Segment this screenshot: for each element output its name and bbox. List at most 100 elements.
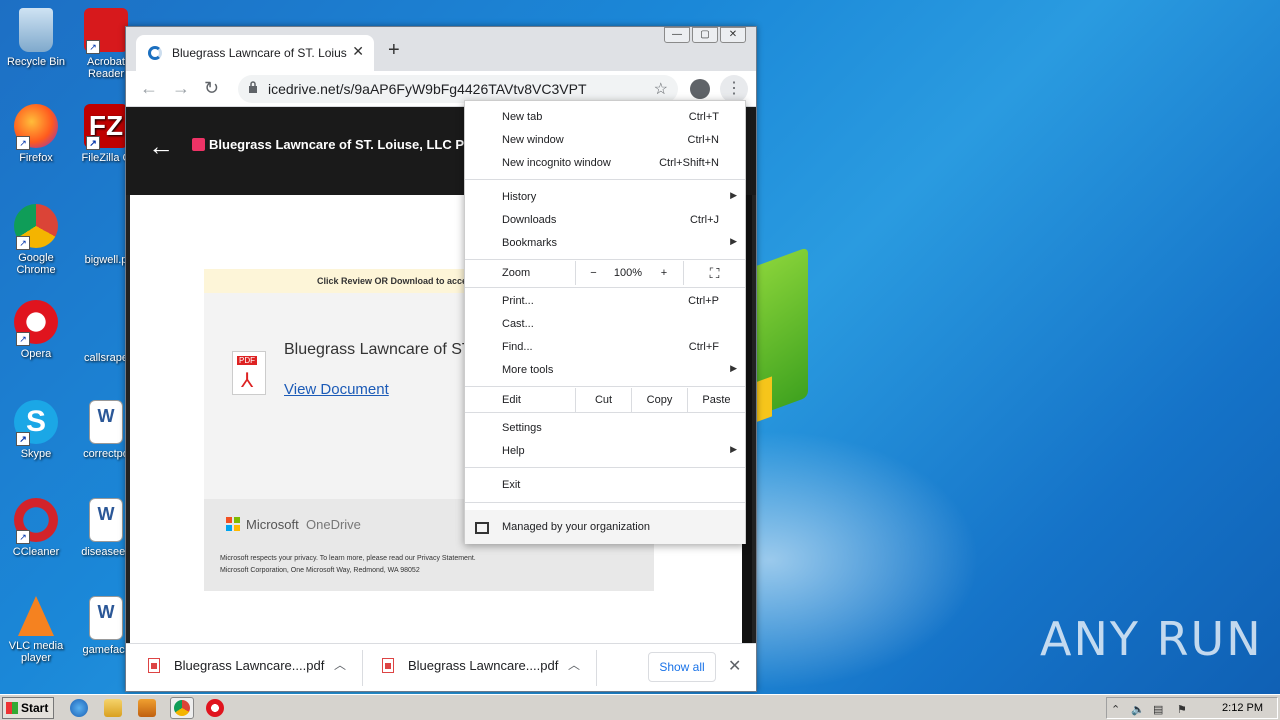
menu-shortcut: Ctrl+T	[688, 111, 719, 123]
menu-label: More tools	[502, 364, 554, 376]
menu-item-downloads[interactable]: Downloads Ctrl+J	[465, 209, 745, 231]
ccleaner-icon: ↗	[14, 498, 58, 544]
menu-label: New incognito window	[502, 157, 611, 169]
desktop-icon-chrome[interactable]: ↗ Google Chrome	[1, 204, 71, 276]
tab-close-icon[interactable]: ✕	[352, 43, 364, 60]
menu-shortcut: Ctrl+N	[687, 134, 719, 146]
desktop-icon-opera[interactable]: ↗ Opera	[1, 300, 71, 360]
chrome-menu-button[interactable]: ⋮	[720, 75, 748, 103]
start-label: Start	[21, 701, 49, 715]
menu-shortcut: Ctrl+J	[689, 214, 719, 226]
chevron-up-icon[interactable]: ︿	[568, 656, 580, 673]
menu-item-new-window[interactable]: New window Ctrl+N	[465, 129, 745, 151]
maximize-button[interactable]: ▢	[692, 27, 718, 43]
divider	[465, 412, 745, 413]
new-tab-button[interactable]: +	[388, 39, 400, 62]
opera-icon[interactable]	[206, 699, 224, 717]
download-filename: Bluegrass Lawncare....pdf	[408, 658, 559, 673]
volume-icon[interactable]: 🔈	[1131, 703, 1145, 716]
close-icon[interactable]: ✕	[728, 656, 741, 676]
divider	[465, 259, 745, 260]
desktop-icon-label: Google Chrome	[16, 252, 56, 276]
close-window-button[interactable]: ✕	[720, 27, 746, 43]
desktop-icon-ccleaner[interactable]: ↗ CCleaner	[1, 498, 71, 558]
action-center-flag-icon[interactable]: ⚑	[1177, 703, 1187, 716]
start-button[interactable]: Start	[2, 697, 54, 719]
filezilla-icon: FZ ↗	[84, 104, 128, 150]
menu-item-new-incognito[interactable]: New incognito window Ctrl+Shift+N	[465, 152, 745, 174]
back-arrow-icon[interactable]: ←	[148, 131, 174, 162]
menu-item-cast[interactable]: Cast...	[465, 313, 745, 335]
menu-item-exit[interactable]: Exit	[465, 474, 745, 496]
zoom-in-button[interactable]: +	[645, 261, 683, 285]
desktop-icon-vlc[interactable]: VLC media player	[1, 596, 71, 664]
media-player-icon[interactable]	[138, 699, 156, 717]
menu-label: Downloads	[502, 214, 557, 226]
divider	[465, 179, 745, 180]
network-icon[interactable]: ▤	[1153, 703, 1163, 716]
document-name: Bluegrass Lawncare of ST. L	[284, 341, 488, 358]
chevron-up-icon[interactable]: ︿	[334, 656, 346, 673]
divider	[465, 502, 745, 503]
profile-avatar-icon[interactable]	[690, 79, 710, 99]
fullscreen-icon[interactable]: ⛶	[683, 261, 745, 285]
pdf-file-icon: PDF ⅄	[232, 351, 266, 395]
divider	[596, 650, 597, 686]
menu-label: History	[502, 191, 537, 203]
anyrun-watermark: ANY RUN	[1040, 612, 1263, 666]
opera-icon: ↗	[14, 300, 58, 346]
cut-button[interactable]: Cut	[575, 388, 631, 412]
view-document-link[interactable]: View Document	[284, 381, 389, 398]
taskbar: Start ⌃ 🔈 ▤ ⚑ 2:12 PM	[0, 694, 1280, 720]
download-filename: Bluegrass Lawncare....pdf	[174, 658, 325, 673]
copy-button[interactable]: Copy	[631, 388, 687, 412]
menu-item-bookmarks[interactable]: Bookmarks ▶	[465, 232, 745, 254]
paste-button[interactable]: Paste	[687, 388, 745, 412]
zoom-out-button[interactable]: −	[575, 261, 611, 285]
menu-item-more-tools[interactable]: More tools ▶	[465, 359, 745, 381]
download-shelf: Bluegrass Lawncare....pdf ︿ Bluegrass La…	[126, 643, 756, 691]
desktop-icon-skype[interactable]: S ↗ Skype	[1, 400, 71, 460]
menu-label: Settings	[502, 422, 542, 434]
menu-item-settings[interactable]: Settings	[465, 417, 745, 439]
back-arrow-icon[interactable]: ←	[140, 78, 158, 99]
browser-tab[interactable]: Bluegrass Lawncare of ST. Loiuse, LLC ✕	[136, 35, 374, 71]
url-text: icedrive.net/s/9aAP6FyW9bFg4426TAVtv8VC3…	[268, 81, 587, 97]
minimize-button[interactable]: —	[664, 27, 690, 43]
download-item[interactable]: Bluegrass Lawncare....pdf ︿	[148, 654, 348, 682]
menu-item-find[interactable]: Find... Ctrl+F	[465, 336, 745, 358]
windows-logo-icon	[6, 702, 18, 714]
bookmark-star-icon[interactable]: ☆	[654, 79, 668, 99]
explorer-folder-icon[interactable]	[104, 699, 122, 717]
menu-label: Exit	[502, 479, 521, 491]
clock[interactable]: 2:12 PM	[1222, 702, 1263, 714]
menu-label: Help	[502, 445, 525, 457]
firefox-icon: ↗	[14, 104, 58, 150]
address-bar[interactable]: icedrive.net/s/9aAP6FyW9bFg4426TAVtv8VC3…	[238, 75, 678, 103]
reload-icon[interactable]: ↻	[204, 78, 219, 99]
microsoft-logo-icon	[226, 517, 240, 531]
word-document-icon: W	[89, 596, 123, 640]
menu-item-help[interactable]: Help ▶	[465, 440, 745, 462]
menu-item-new-tab[interactable]: New tab Ctrl+T	[465, 106, 745, 128]
pdf-label: PDF	[237, 356, 257, 365]
submenu-arrow-icon: ▶	[730, 444, 737, 454]
menu-shortcut: Ctrl+F	[688, 341, 719, 353]
internet-explorer-icon[interactable]	[70, 699, 88, 717]
forward-arrow-icon[interactable]: →	[172, 78, 190, 99]
menu-label: Zoom	[502, 267, 531, 279]
menu-item-history[interactable]: History ▶	[465, 186, 745, 208]
desktop-icon-firefox[interactable]: ↗ Firefox	[1, 104, 71, 164]
lock-icon[interactable]	[248, 81, 258, 93]
desktop-icon-label: Skype	[20, 448, 52, 460]
submenu-arrow-icon: ▶	[730, 190, 737, 200]
menu-item-managed[interactable]: Managed by your organization	[465, 510, 745, 544]
menu-item-print[interactable]: Print... Ctrl+P	[465, 290, 745, 312]
show-hidden-icons-icon[interactable]: ⌃	[1111, 703, 1120, 716]
chrome-taskbar-button[interactable]	[170, 697, 194, 719]
menu-shortcut: Ctrl+Shift+N	[659, 157, 719, 169]
show-all-button[interactable]: Show all	[648, 652, 716, 682]
download-item[interactable]: Bluegrass Lawncare....pdf ︿	[382, 654, 582, 682]
divider	[465, 467, 745, 468]
desktop-icon-recycle-bin[interactable]: Recycle Bin	[1, 8, 71, 68]
